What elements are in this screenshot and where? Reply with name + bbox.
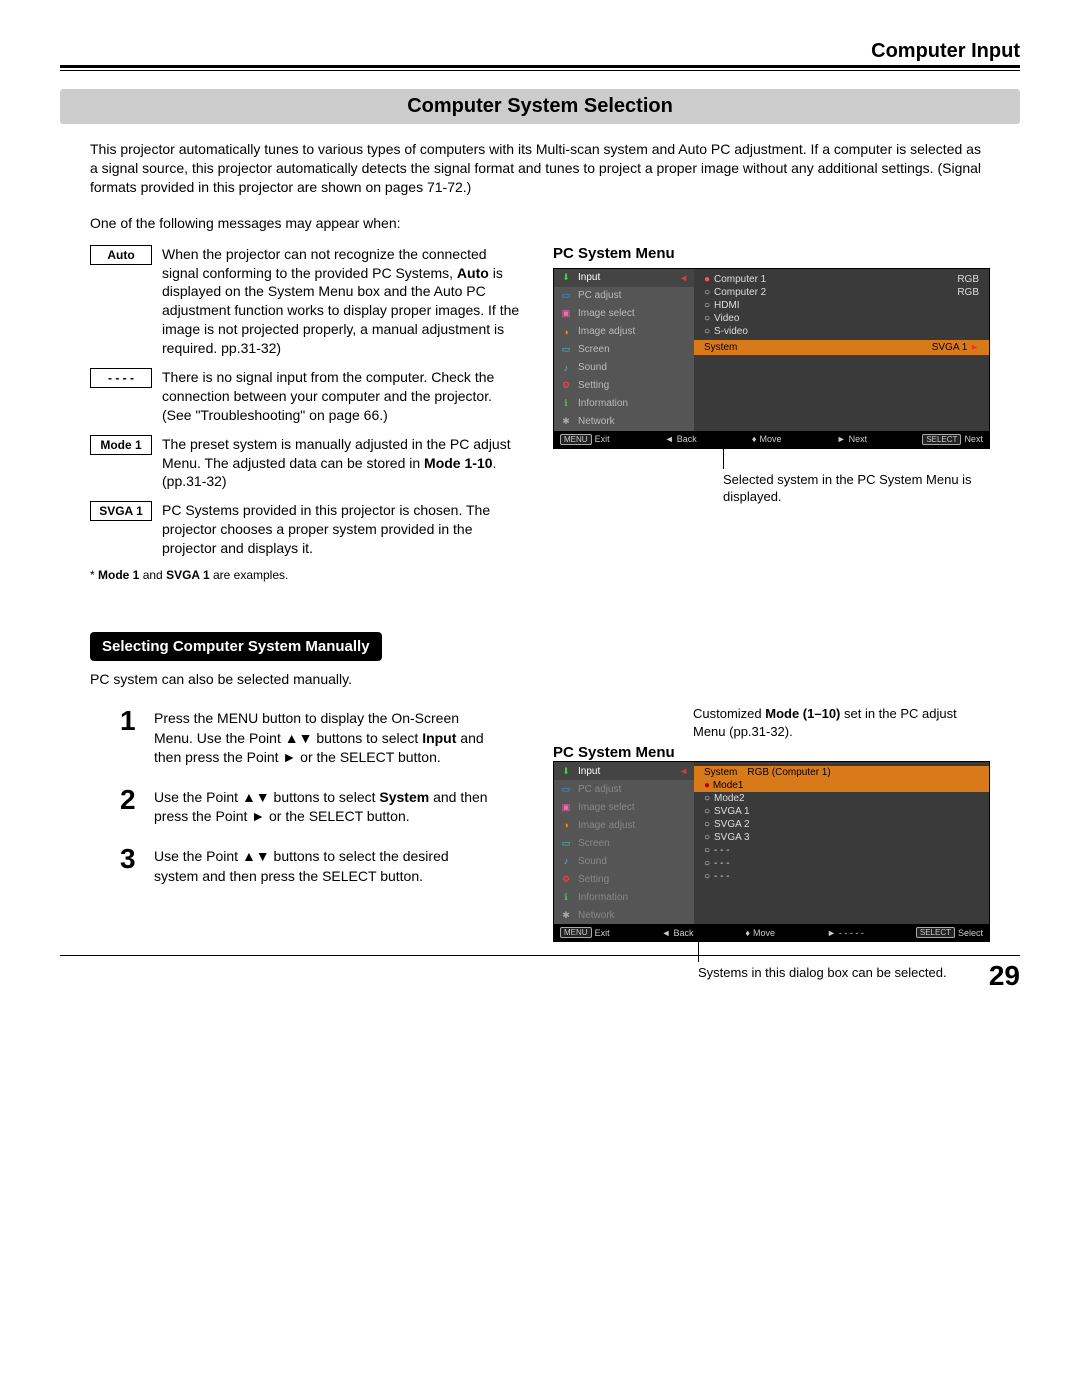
lead-line: One of the following messages may appear… (90, 215, 990, 231)
osd-item-imgselect: ▣Image select (554, 798, 694, 816)
screen-icon: ▭ (560, 344, 572, 356)
osd-item-imgadjust: ◑Image adjust (554, 323, 694, 341)
osd-opt-dash3: ○- - - (694, 870, 989, 883)
msg-box-dashes: - - - - (90, 368, 152, 388)
osd-item-input: ⬇Input◄ (554, 269, 694, 287)
osd-opt-dash1: ○- - - (694, 844, 989, 857)
message-mode1: Mode 1 The preset system is manually adj… (90, 435, 525, 492)
msg-box-svga1: SVGA 1 (90, 501, 152, 521)
step-num-2: 2 (120, 784, 154, 827)
chapter-title: Computer Input (871, 40, 1020, 63)
osd-menu-2: ⬇Input◄ ▭PC adjust ▣Image select ◑Image … (553, 761, 990, 942)
msg-box-mode1: Mode 1 (90, 435, 152, 455)
osd-item-info: ℹInformation (554, 888, 694, 906)
osd-opt-hdmi: ○HDMI (694, 299, 989, 312)
sound-icon: ♪ (560, 855, 572, 867)
rule-thin (60, 70, 1020, 71)
page-footer: 29 (60, 955, 1020, 992)
step-num-1: 1 (120, 705, 154, 768)
osd-menu-1: ⬇Input◄ ▭PC adjust ▣Image select ◑Image … (553, 268, 990, 449)
osd-opt-computer1: ●Computer 1RGB (694, 273, 989, 286)
osd-item-pcadjust: ▭PC adjust (554, 780, 694, 798)
triangle-icon: ◄ (679, 766, 688, 776)
screen-icon: ▭ (560, 837, 572, 849)
step-num-3: 3 (120, 843, 154, 886)
network-icon: ✱ (560, 909, 572, 921)
network-icon: ✱ (560, 416, 572, 428)
osd-item-screen: ▭Screen (554, 341, 694, 359)
message-dashes: - - - - There is no signal input from th… (90, 368, 525, 425)
section-title: Computer System Selection (60, 89, 1020, 124)
osd-item-network: ✱Network (554, 413, 694, 431)
msg-text-auto: When the projector can not recognize the… (162, 245, 525, 358)
osd-footer-2: MENU Exit ◄ Back ♦ Move ► - - - - - SELE… (554, 924, 989, 941)
msg-text-dashes: There is no signal input from the comput… (162, 368, 525, 425)
monitor-icon: ▭ (560, 783, 572, 795)
msg-text-mode1: The preset system is manually adjusted i… (162, 435, 525, 492)
sound-icon: ♪ (560, 362, 572, 374)
osd-item-sound: ♪Sound (554, 852, 694, 870)
osd-item-input: ⬇Input◄ (554, 762, 694, 780)
manual-lead: PC system can also be selected manually. (90, 671, 990, 687)
image-icon: ▣ (560, 308, 572, 320)
menu1-title: PC System Menu (553, 245, 990, 262)
triangle-icon: ► (970, 342, 979, 352)
monitor-icon: ▭ (560, 290, 572, 302)
osd-item-sound: ♪Sound (554, 359, 694, 377)
gear-icon: ⚙ (560, 380, 572, 392)
download-icon: ⬇ (560, 765, 572, 777)
page-number: 29 (60, 960, 1020, 992)
osd-item-setting: ⚙Setting (554, 870, 694, 888)
info-icon: ℹ (560, 891, 572, 903)
message-svga1: SVGA 1 PC Systems provided in this proje… (90, 501, 525, 558)
osd-opt-video: ○Video (694, 312, 989, 325)
step-text-1: Press the MENU button to display the On-… (154, 705, 495, 768)
osd-opt-svga3: ○SVGA 3 (694, 831, 989, 844)
osd-item-imgadjust: ◑Image adjust (554, 816, 694, 834)
osd-item-screen: ▭Screen (554, 834, 694, 852)
osd-opt-svideo: ○S-video (694, 325, 989, 338)
osd-opt-dash2: ○- - - (694, 857, 989, 870)
image-icon: ▣ (560, 801, 572, 813)
note-line: * Mode 1 and SVGA 1 are examples. (90, 568, 525, 582)
osd-mode-header: System RGB (Computer 1) (694, 766, 989, 779)
download-icon: ⬇ (560, 272, 572, 284)
triangle-icon: ◄ (679, 273, 688, 283)
osd-opt-mode2: ○Mode2 (694, 792, 989, 805)
step-text-2: Use the Point ▲▼ buttons to select Syste… (154, 784, 495, 827)
osd-footer-1: MENU Exit ◄ Back ♦ Move ► Next SELECT Ne… (554, 431, 989, 448)
callout-line (723, 449, 990, 469)
message-auto: Auto When the projector can not recogniz… (90, 245, 525, 358)
osd-item-pcadjust: ▭PC adjust (554, 287, 694, 305)
osd-opt-svga1: ○SVGA 1 (694, 805, 989, 818)
gear-icon: ⚙ (560, 873, 572, 885)
adjust-icon: ◑ (560, 819, 572, 831)
subsection-title: Selecting Computer System Manually (90, 632, 382, 661)
menu2-title: PC System Menu (553, 744, 675, 761)
msg-box-auto: Auto (90, 245, 152, 265)
adjust-icon: ◑ (560, 326, 572, 338)
step-2: 2 Use the Point ▲▼ buttons to select Sys… (120, 784, 495, 827)
osd-opt-computer2: ○Computer 2RGB (694, 286, 989, 299)
osd-item-network: ✱Network (554, 906, 694, 924)
osd-system-bar: System SVGA 1 ► (694, 340, 989, 355)
osd-item-imgselect: ▣Image select (554, 305, 694, 323)
osd-opt-svga2: ○SVGA 2 (694, 818, 989, 831)
step-1: 1 Press the MENU button to display the O… (120, 705, 495, 768)
menu1-callout: Selected system in the PC System Menu is… (723, 471, 990, 506)
step-text-3: Use the Point ▲▼ buttons to select the d… (154, 843, 495, 886)
osd-item-info: ℹInformation (554, 395, 694, 413)
osd-opt-mode1: ● Mode1 (694, 779, 989, 792)
info-icon: ℹ (560, 398, 572, 410)
step-3: 3 Use the Point ▲▼ buttons to select the… (120, 843, 495, 886)
intro-paragraph: This projector automatically tunes to va… (90, 140, 990, 197)
osd-item-setting: ⚙Setting (554, 377, 694, 395)
menu2-top-callout: Customized Mode (1–10) set in the PC adj… (693, 705, 990, 740)
msg-text-svga1: PC Systems provided in this projector is… (162, 501, 525, 558)
rule-thick (60, 65, 1020, 68)
